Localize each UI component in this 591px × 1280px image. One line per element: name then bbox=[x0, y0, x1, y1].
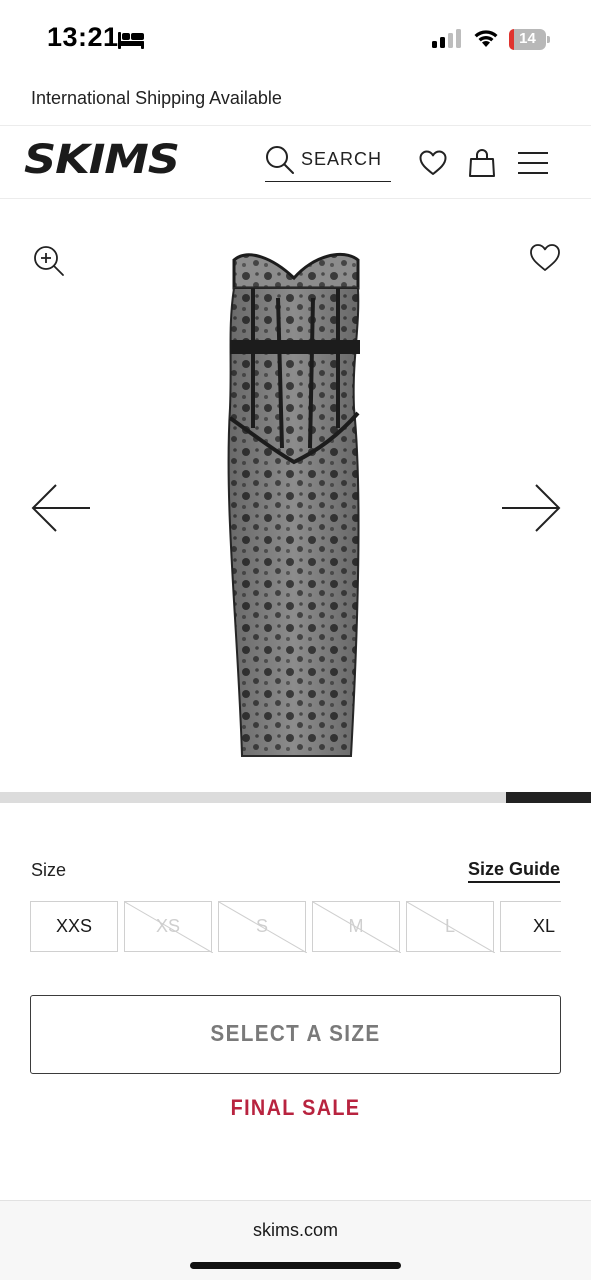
home-indicator[interactable] bbox=[190, 1262, 401, 1269]
gallery-scroll-indicator bbox=[506, 792, 591, 803]
search-icon bbox=[266, 146, 294, 174]
shipping-banner[interactable]: International Shipping Available bbox=[0, 80, 591, 126]
status-bar: 13:21 14 bbox=[0, 0, 591, 80]
size-option-l[interactable]: L bbox=[406, 901, 495, 953]
hamburger-menu-icon[interactable] bbox=[517, 151, 549, 175]
size-option-label: M bbox=[348, 916, 364, 936]
arrow-left-icon[interactable] bbox=[30, 483, 92, 533]
wifi-icon bbox=[474, 30, 498, 47]
product-image bbox=[227, 252, 360, 757]
size-option-m[interactable]: M bbox=[312, 901, 401, 953]
size-option-label: XS bbox=[155, 916, 180, 936]
battery-cap bbox=[547, 36, 550, 43]
wishlist-heart-icon[interactable] bbox=[529, 243, 561, 273]
size-option-xs[interactable]: XS bbox=[124, 901, 213, 953]
size-guide-link[interactable]: Size Guide bbox=[467, 859, 560, 883]
size-option-label: XXS bbox=[55, 916, 93, 936]
product-gallery[interactable] bbox=[0, 200, 591, 790]
zoom-in-icon[interactable] bbox=[33, 245, 65, 277]
size-option-xxs[interactable]: XXS bbox=[30, 901, 118, 952]
battery-level: 14 bbox=[519, 30, 536, 47]
shopping-bag-icon[interactable] bbox=[468, 148, 496, 178]
browser-address-bar[interactable]: skims.com bbox=[0, 1200, 591, 1280]
heart-icon[interactable] bbox=[419, 150, 447, 176]
site-header: SKIMS SEARCH bbox=[0, 127, 591, 199]
size-label: Size bbox=[31, 860, 67, 880]
status-time: 13:21 bbox=[47, 22, 119, 52]
final-sale-notice: FINAL SALE bbox=[230, 1095, 361, 1120]
size-option-label: L bbox=[444, 916, 455, 936]
url-text[interactable]: skims.com bbox=[0, 1220, 591, 1241]
arrow-right-icon[interactable] bbox=[500, 483, 562, 533]
search-label: SEARCH bbox=[301, 149, 383, 169]
size-option-label: XL bbox=[532, 916, 556, 936]
battery-icon: 14 bbox=[509, 29, 550, 50]
size-option-s[interactable]: S bbox=[218, 901, 307, 953]
signal-icon bbox=[432, 29, 461, 48]
search-button[interactable]: SEARCH bbox=[265, 143, 391, 182]
gallery-scroll-track bbox=[0, 792, 591, 803]
size-option-label: S bbox=[255, 916, 268, 936]
select-size-button-label: SELECT A SIZE bbox=[210, 1020, 381, 1046]
select-size-button[interactable]: SELECT A SIZE bbox=[30, 995, 561, 1074]
bed-icon bbox=[118, 32, 144, 49]
skims-logo[interactable]: SKIMS bbox=[24, 137, 180, 183]
shipping-banner-text: International Shipping Available bbox=[31, 88, 282, 108]
size-options: XXS XS S M L XL bbox=[30, 901, 561, 953]
size-option-xl[interactable]: XL bbox=[500, 901, 561, 952]
